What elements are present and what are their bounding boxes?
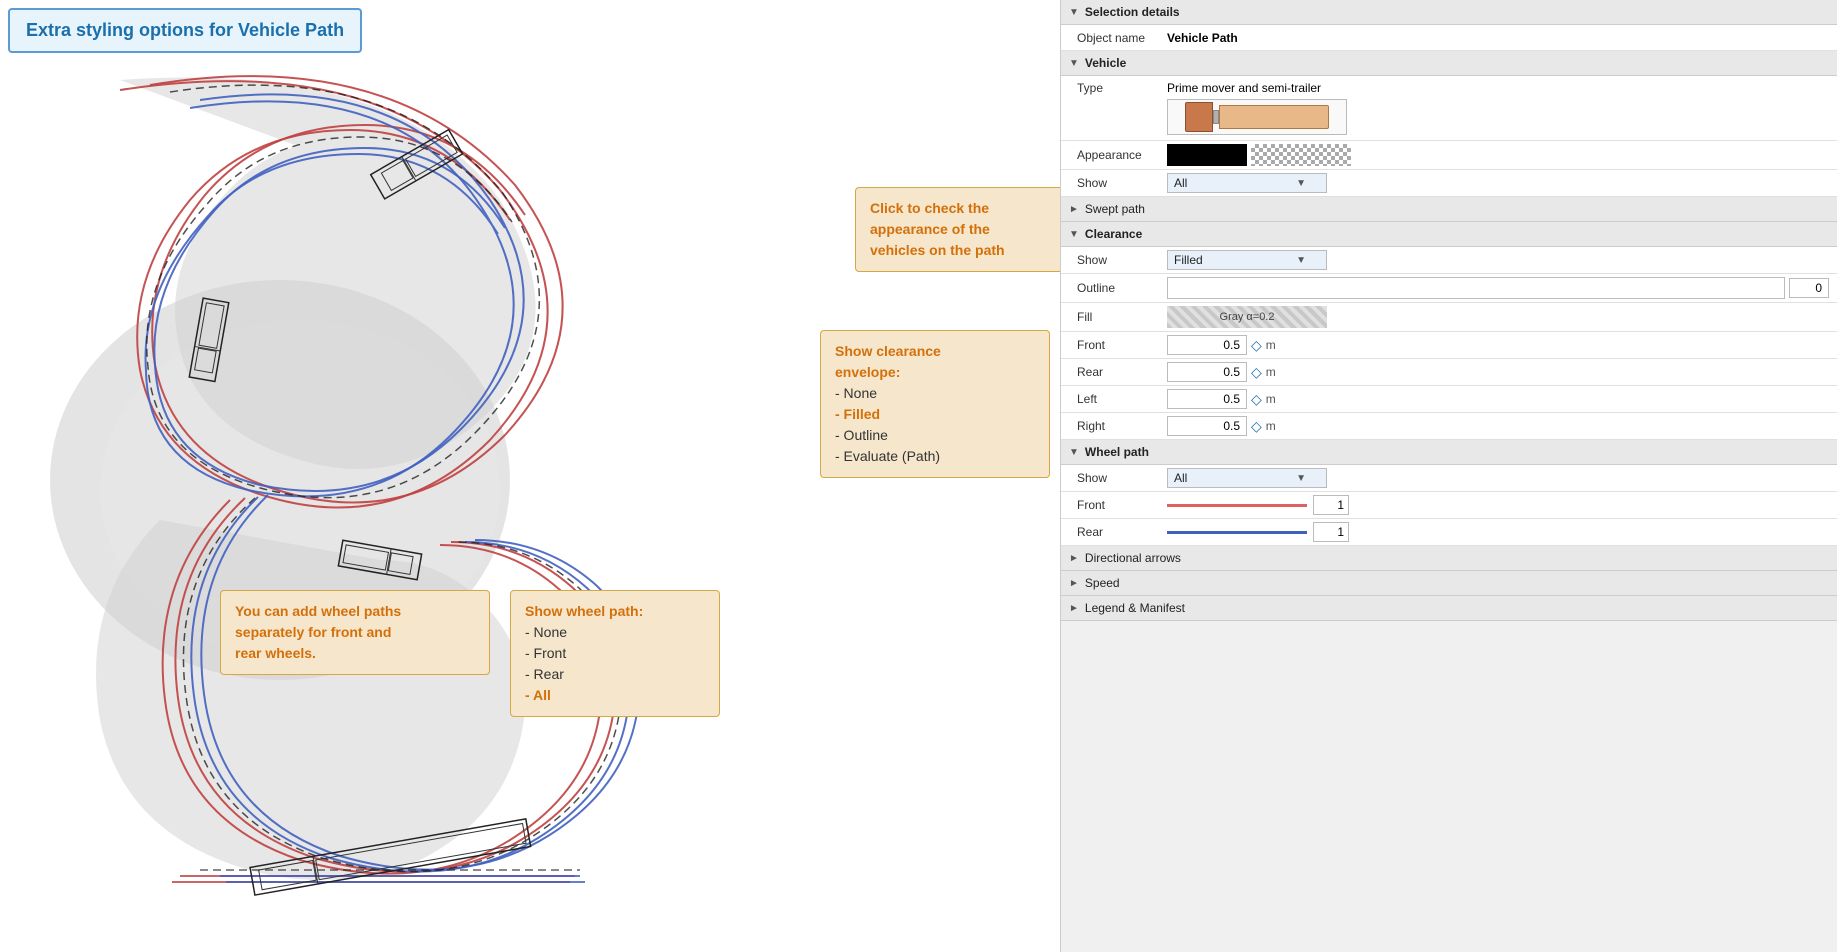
clearance-show-dropdown[interactable]: Filled ▼ xyxy=(1167,250,1327,270)
wheel-show-value: All xyxy=(1174,471,1187,485)
fill-row: Fill Gray α=0.2 xyxy=(1061,303,1837,332)
front-unit: m xyxy=(1266,338,1276,352)
type-label: Type xyxy=(1077,81,1167,95)
collapse-icon-selection[interactable]: ▼ xyxy=(1069,7,1079,18)
left-spinner[interactable]: ◇ xyxy=(1251,391,1262,408)
vehicle-type-display[interactable] xyxy=(1167,99,1347,135)
type-row: Type Prime mover and semi-trailer xyxy=(1061,76,1837,141)
clearance-left-label: Left xyxy=(1077,392,1167,406)
section-wheel-label: Wheel path xyxy=(1085,445,1149,459)
right-spinner[interactable]: ◇ xyxy=(1251,418,1262,435)
wheel-front-label: Front xyxy=(1077,498,1167,512)
wheel-front-color-line[interactable] xyxy=(1167,504,1307,507)
section-swept-path: ► Swept path xyxy=(1061,197,1837,222)
left-unit: m xyxy=(1266,392,1276,406)
vehicle-show-label: Show xyxy=(1077,176,1167,190)
section-speed-label: Speed xyxy=(1085,576,1120,590)
annotation-appearance: Click to check theappearance of thevehic… xyxy=(855,187,1060,272)
section-legend: ► Legend & Manifest xyxy=(1061,596,1837,621)
wheel-front-input[interactable] xyxy=(1313,495,1349,515)
appearance-color-swatch[interactable] xyxy=(1167,144,1247,166)
outline-input[interactable] xyxy=(1789,278,1829,298)
annotation-wheel-add-text: You can add wheel pathsseparately for fr… xyxy=(235,603,401,661)
wheel-front-row: Front xyxy=(1061,492,1837,519)
title-box: Extra styling options for Vehicle Path xyxy=(8,8,362,53)
annotation-appearance-text: Click to check theappearance of thevehic… xyxy=(870,200,1005,258)
section-clearance-label: Clearance xyxy=(1085,227,1142,241)
appearance-value[interactable] xyxy=(1167,144,1351,166)
outline-row: Outline xyxy=(1061,274,1837,303)
title-text: Extra styling options for Vehicle Path xyxy=(26,20,344,40)
appearance-row: Appearance xyxy=(1061,141,1837,170)
section-speed: ► Speed xyxy=(1061,571,1837,596)
section-selection-details: ▼ Selection details xyxy=(1061,0,1837,25)
rear-unit: m xyxy=(1266,365,1276,379)
fill-label: Fill xyxy=(1077,310,1167,324)
section-wheel-path: ▼ Wheel path xyxy=(1061,440,1837,465)
clearance-front-label: Front xyxy=(1077,338,1167,352)
fill-value: Gray α=0.2 xyxy=(1220,311,1275,323)
clearance-left-row: Left ◇ m xyxy=(1061,386,1837,413)
clearance-rear-label: Rear xyxy=(1077,365,1167,379)
expand-icon-swept[interactable]: ► xyxy=(1069,204,1079,215)
section-directional-label: Directional arrows xyxy=(1085,551,1181,565)
front-spinner[interactable]: ◇ xyxy=(1251,337,1262,354)
wheel-show-label: Show xyxy=(1077,471,1167,485)
clearance-show-label: Show xyxy=(1077,253,1167,267)
section-swept-label: Swept path xyxy=(1085,202,1145,216)
wheel-rear-label: Rear xyxy=(1077,525,1167,539)
wheel-show-chevron: ▼ xyxy=(1296,473,1306,484)
section-vehicle: ▼ Vehicle xyxy=(1061,51,1837,76)
section-vehicle-label: Vehicle xyxy=(1085,56,1126,70)
object-name-row: Object name Vehicle Path xyxy=(1061,25,1837,51)
collapse-icon-vehicle[interactable]: ▼ xyxy=(1069,58,1079,69)
clearance-left-input[interactable] xyxy=(1167,389,1247,409)
object-name-value: Vehicle Path xyxy=(1167,31,1829,45)
appearance-checker xyxy=(1251,144,1351,166)
expand-icon-speed[interactable]: ► xyxy=(1069,578,1079,589)
properties-panel: ▼ Selection details Object name Vehicle … xyxy=(1060,0,1837,952)
clearance-right-label: Right xyxy=(1077,419,1167,433)
wheel-show-dropdown[interactable]: All ▼ xyxy=(1167,468,1327,488)
wheel-show-row: Show All ▼ xyxy=(1061,465,1837,492)
wheel-rear-input[interactable] xyxy=(1313,522,1349,542)
annotation-wheel-show: Show wheel path: - None - Front - Rear -… xyxy=(510,590,720,717)
collapse-icon-clearance[interactable]: ▼ xyxy=(1069,229,1079,240)
clearance-front-input[interactable] xyxy=(1167,335,1247,355)
clearance-right-row: Right ◇ m xyxy=(1061,413,1837,440)
section-directional-arrows: ► Directional arrows xyxy=(1061,546,1837,571)
section-selection-label: Selection details xyxy=(1085,5,1180,19)
section-clearance: ▼ Clearance xyxy=(1061,222,1837,247)
expand-icon-legend[interactable]: ► xyxy=(1069,603,1079,614)
wheel-rear-color-line[interactable] xyxy=(1167,531,1307,534)
vehicle-show-dropdown[interactable]: All ▼ xyxy=(1167,173,1327,193)
outline-label: Outline xyxy=(1077,281,1167,295)
object-name-label: Object name xyxy=(1077,31,1167,45)
annotation-clearance-text: Show clearanceenvelope: - None - Filled … xyxy=(835,343,941,464)
clearance-rear-input[interactable] xyxy=(1167,362,1247,382)
clearance-show-chevron: ▼ xyxy=(1296,255,1306,266)
vehicle-show-row: Show All ▼ xyxy=(1061,170,1837,197)
annotation-clearance: Show clearanceenvelope: - None - Filled … xyxy=(820,330,1050,478)
annotation-wheel-show-text: Show wheel path: - None - Front - Rear -… xyxy=(525,603,643,703)
section-legend-label: Legend & Manifest xyxy=(1085,601,1185,615)
vehicle-show-chevron: ▼ xyxy=(1296,178,1306,189)
clearance-show-value: Filled xyxy=(1174,253,1203,267)
type-value: Prime mover and semi-trailer xyxy=(1167,81,1829,95)
wheel-rear-row: Rear xyxy=(1061,519,1837,546)
clearance-right-input[interactable] xyxy=(1167,416,1247,436)
diagram-panel: Extra styling options for Vehicle Path xyxy=(0,0,1060,952)
rear-spinner[interactable]: ◇ xyxy=(1251,364,1262,381)
fill-display[interactable]: Gray α=0.2 xyxy=(1167,306,1327,328)
right-unit: m xyxy=(1266,419,1276,433)
annotation-wheel-add: You can add wheel pathsseparately for fr… xyxy=(220,590,490,675)
clearance-front-row: Front ◇ m xyxy=(1061,332,1837,359)
vehicle-show-value: All xyxy=(1174,176,1187,190)
expand-icon-directional[interactable]: ► xyxy=(1069,553,1079,564)
clearance-show-row: Show Filled ▼ xyxy=(1061,247,1837,274)
appearance-label: Appearance xyxy=(1077,148,1167,162)
collapse-icon-wheel[interactable]: ▼ xyxy=(1069,447,1079,458)
clearance-rear-row: Rear ◇ m xyxy=(1061,359,1837,386)
